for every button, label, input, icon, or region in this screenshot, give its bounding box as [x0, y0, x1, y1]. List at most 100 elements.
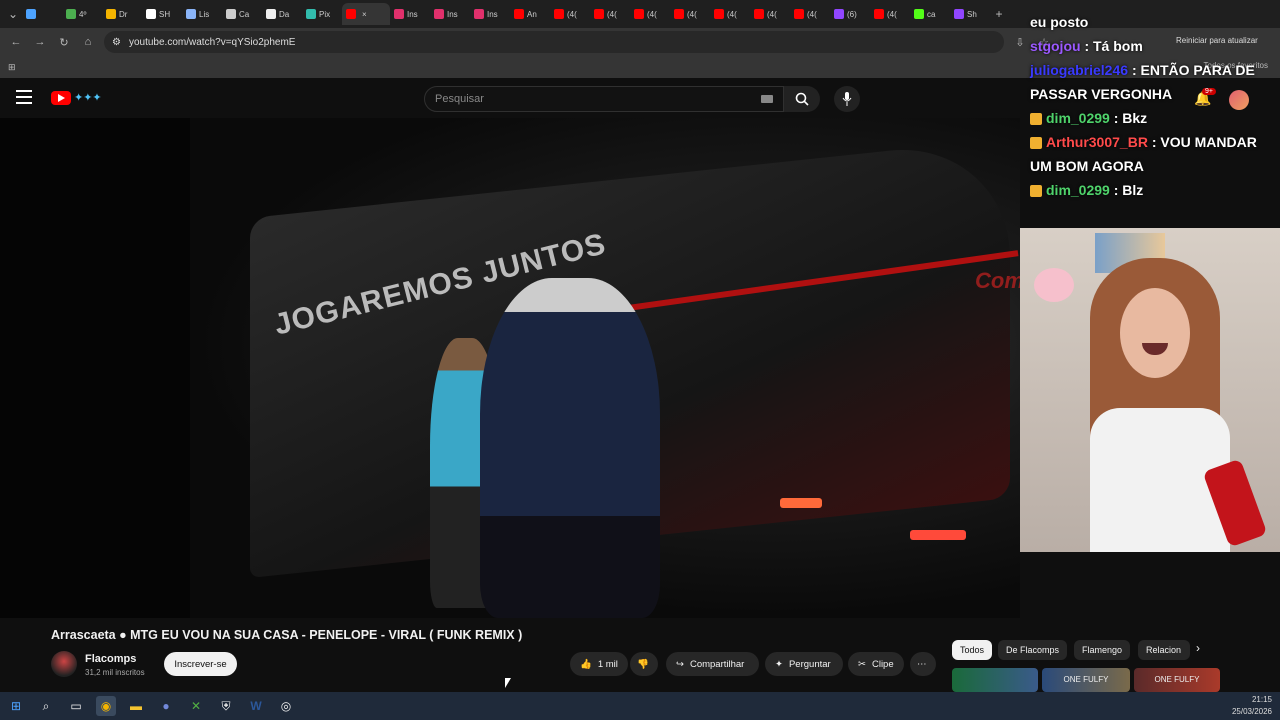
discord-icon[interactable]: ● — [156, 696, 176, 716]
chrome-icon[interactable]: ◉ — [96, 696, 116, 716]
word-icon[interactable]: W — [246, 696, 266, 716]
url-field[interactable]: ⚙ youtube.com/watch?v=qYSio2phemE — [104, 31, 1004, 53]
browser-tab[interactable]: (4( — [590, 3, 630, 25]
recommended-thumbnail[interactable]: ONE FULFY — [1042, 668, 1130, 692]
browser-tab[interactable]: (4( — [550, 3, 590, 25]
tab-favicon-icon — [914, 9, 924, 19]
tab-label: SH — [159, 9, 171, 19]
search-input[interactable]: Pesquisar — [424, 86, 784, 112]
tab-search-icon[interactable]: ⌄ — [4, 3, 22, 25]
keyboard-icon[interactable] — [761, 95, 773, 103]
close-tab-icon[interactable]: × — [362, 10, 367, 19]
browser-tab[interactable]: Pix — [302, 3, 342, 25]
browser-tab[interactable]: Lis — [182, 3, 222, 25]
site-info-icon[interactable]: ⚙ — [112, 37, 121, 48]
tab-label: Sh — [967, 9, 977, 19]
menu-hamburger-icon[interactable] — [16, 90, 32, 104]
tab-favicon-icon — [346, 9, 356, 19]
tab-label: (4( — [687, 9, 697, 19]
chip-de-flacomps[interactable]: De Flacomps — [998, 640, 1068, 660]
obs-icon[interactable]: ◎ — [276, 696, 296, 716]
system-clock[interactable]: 21:15 25/03/2026 — [1232, 694, 1272, 718]
taskbar-search-icon[interactable]: ⌕ — [36, 696, 56, 716]
more-actions-button[interactable]: ⋯ — [910, 652, 936, 676]
tab-label: (4( — [767, 9, 777, 19]
share-button[interactable]: ↪ Compartilhar — [666, 652, 759, 676]
youtube-doodle-icon[interactable]: ✦✦✦ — [74, 91, 102, 104]
streamer-webcam — [1020, 228, 1280, 552]
recommended-thumbnail[interactable] — [952, 668, 1038, 692]
clip-button[interactable]: ✂ Clipe — [848, 652, 904, 676]
chips-next-icon[interactable]: › — [1196, 641, 1200, 655]
browser-tab[interactable]: (4( — [670, 3, 710, 25]
browser-tab[interactable]: Dr — [102, 3, 142, 25]
tab-label: (4( — [727, 9, 737, 19]
streamer-face — [1120, 288, 1190, 378]
subscribe-button[interactable]: Inscrever-se — [164, 652, 237, 676]
tab-label: 4º — [79, 9, 87, 19]
browser-tab[interactable]: (4( — [790, 3, 830, 25]
reload-icon[interactable]: ↻ — [56, 34, 72, 50]
windows-taskbar: ⊞ ⌕ ▭ ◉ ▬ ● ✕ ⛨ W ◎ 21:15 25/03/2026 — [0, 692, 1280, 720]
tab-favicon-icon — [474, 9, 484, 19]
tab-label: Ins — [487, 9, 498, 19]
security-icon[interactable]: ⛨ — [216, 696, 236, 716]
browser-tab[interactable]: (4( — [710, 3, 750, 25]
chip-relacionados[interactable]: Relacion — [1138, 640, 1190, 660]
video-bus-light — [910, 530, 966, 540]
chat-text: : Bkz — [1113, 110, 1148, 126]
chip-flamengo[interactable]: Flamengo — [1074, 640, 1131, 660]
home-icon[interactable]: ⌂ — [80, 34, 96, 50]
channel-name[interactable]: Flacomps — [85, 653, 136, 665]
forward-icon[interactable]: → — [32, 34, 48, 50]
browser-tab[interactable]: (4( — [870, 3, 910, 25]
windows-start-icon[interactable]: ⊞ — [6, 696, 26, 716]
like-button[interactable]: 👍 1 mil — [570, 652, 628, 676]
browser-tab[interactable]: Ins — [470, 3, 510, 25]
recommended-thumbnail[interactable]: ONE FULFY — [1134, 668, 1220, 692]
browser-tab[interactable]: Sh — [950, 3, 990, 25]
browser-tab[interactable]: Ins — [390, 3, 430, 25]
file-explorer-icon[interactable]: ▬ — [126, 696, 146, 716]
browser-tab[interactable]: (4( — [750, 3, 790, 25]
tab-favicon-icon — [874, 9, 884, 19]
apps-grid-icon[interactable]: ⊞ — [8, 62, 16, 73]
search-button[interactable] — [784, 86, 820, 112]
browser-tab[interactable] — [22, 3, 62, 25]
ask-button[interactable]: ✦ Perguntar — [765, 652, 843, 676]
browser-tab[interactable]: An — [510, 3, 550, 25]
browser-tab[interactable]: 4º — [62, 3, 102, 25]
url-text: youtube.com/watch?v=qYSio2phemE — [128, 36, 296, 48]
browser-tab[interactable]: Da — [262, 3, 302, 25]
browser-tab[interactable]: Ca — [222, 3, 262, 25]
browser-tab[interactable]: ca — [910, 3, 950, 25]
back-icon[interactable]: ← — [8, 34, 24, 50]
tab-label: ca — [927, 9, 936, 19]
like-count: 1 mil — [597, 658, 618, 670]
video-frame[interactable]: JOGAREMOS JUNTOS — [190, 118, 1020, 618]
browser-tab[interactable]: (6) — [830, 3, 870, 25]
browser-tab[interactable]: (4( — [630, 3, 670, 25]
chat-line: juliogabriel246 : ENTÃO PARA DE PASSAR V… — [1030, 58, 1280, 106]
browser-tab[interactable]: SH — [142, 3, 182, 25]
tab-label: (6) — [847, 9, 857, 19]
xbox-icon[interactable]: ✕ — [186, 696, 206, 716]
thumbs-up-icon: 👍 — [580, 658, 592, 670]
chat-line: Arthur3007_BR : VOU MANDAR UM BOM AGORA — [1030, 130, 1280, 178]
new-tab-button[interactable]: + — [990, 3, 1008, 25]
channel-avatar[interactable] — [51, 651, 77, 677]
task-view-icon[interactable]: ▭ — [66, 696, 86, 716]
clip-label: Clipe — [871, 658, 894, 670]
browser-tab[interactable]: × — [342, 3, 390, 25]
dislike-button[interactable]: 👎 — [630, 652, 658, 676]
youtube-logo[interactable] — [51, 91, 71, 105]
voice-search-button[interactable] — [834, 86, 860, 112]
browser-tab[interactable]: Ins — [430, 3, 470, 25]
chip-todos[interactable]: Todos — [952, 640, 993, 660]
subscriber-badge-icon — [1030, 185, 1042, 198]
install-app-icon[interactable]: ⇩ — [1012, 34, 1028, 50]
tab-label: Ins — [407, 9, 418, 19]
chat-line: stgojou : Tá bom — [1030, 34, 1280, 58]
video-player[interactable]: JOGAREMOS JUNTOS Compa — [0, 118, 1050, 618]
tab-label: (4( — [607, 9, 617, 19]
